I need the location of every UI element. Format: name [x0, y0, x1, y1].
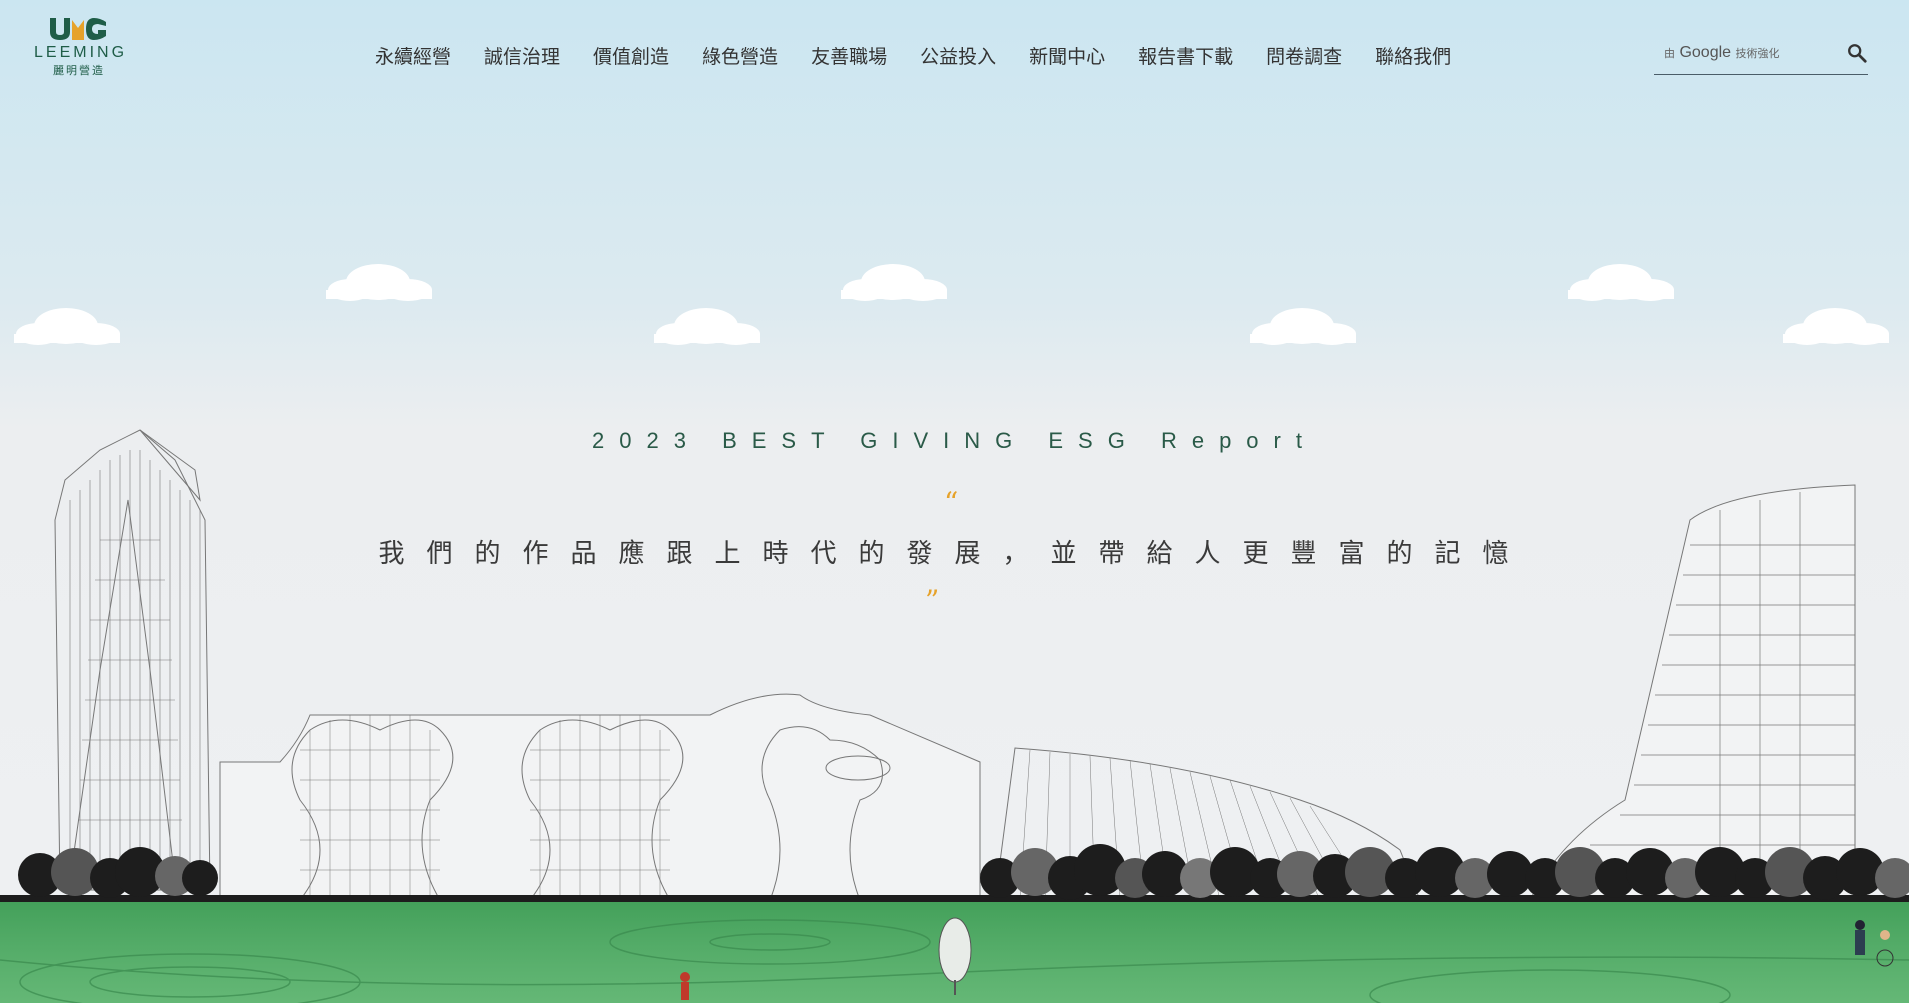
nav-item-value[interactable]: 價值創造 — [593, 42, 669, 69]
nav-item-report-download[interactable]: 報告書下載 — [1138, 42, 1233, 69]
nav-item-charity[interactable]: 公益投入 — [920, 42, 996, 69]
report-headline: 2023 BEST GIVING ESG Report — [592, 428, 1317, 453]
clouds — [14, 264, 1889, 345]
nav-item-sustainability[interactable]: 永續經營 — [375, 42, 451, 69]
nav-item-contact[interactable]: 聯絡我們 — [1375, 42, 1451, 69]
main-nav: 永續經營 誠信治理 價值創造 綠色營造 友善職場 公益投入 新聞中心 報告書下載… — [375, 42, 1484, 69]
nav-item-news[interactable]: 新聞中心 — [1029, 42, 1105, 69]
person-figure — [680, 972, 690, 1000]
powered-suffix: 技術強化 — [1735, 48, 1780, 60]
cloud — [1783, 308, 1889, 345]
powered-prefix: 由 — [1664, 48, 1675, 60]
quote-close-mark: ” — [925, 584, 940, 617]
site-header: LEEMING 麗明營造 永續經營 誠信治理 價值創造 綠色營造 友善職場 公益… — [0, 0, 1909, 110]
cloud — [14, 308, 120, 345]
left-skyscraper — [54, 429, 211, 891]
logo-mark-icon — [50, 18, 106, 40]
company-slogan: 我們的作品應跟上時代的發展，並帶給人更豐富的記憶 — [378, 539, 1531, 569]
search-icon[interactable] — [1846, 42, 1868, 64]
nav-item-integrity[interactable]: 誠信治理 — [484, 42, 560, 69]
cloud — [1568, 264, 1674, 301]
google-label: Google — [1679, 44, 1732, 61]
cloud — [326, 264, 432, 301]
quote-open-mark: “ — [944, 486, 959, 519]
google-search-branding: 由 Google 技術強化 — [1664, 44, 1780, 62]
logo-wordmark: LEEMING — [34, 44, 128, 61]
nav-item-workplace[interactable]: 友善職場 — [811, 42, 887, 69]
leeming-logo[interactable]: LEEMING 麗明營造 — [34, 14, 124, 80]
logo-subtitle: 麗明營造 — [53, 64, 105, 77]
nav-item-green-construction[interactable]: 綠色營造 — [702, 42, 778, 69]
city-skyline-illustration — [0, 264, 1909, 1003]
cloud — [841, 264, 947, 301]
nav-item-survey[interactable]: 問卷調查 — [1266, 42, 1342, 69]
opera-house-building — [219, 693, 981, 901]
cloud — [1250, 308, 1356, 345]
cloud — [654, 308, 760, 345]
search-input[interactable]: 由 Google 技術強化 — [1654, 38, 1868, 75]
